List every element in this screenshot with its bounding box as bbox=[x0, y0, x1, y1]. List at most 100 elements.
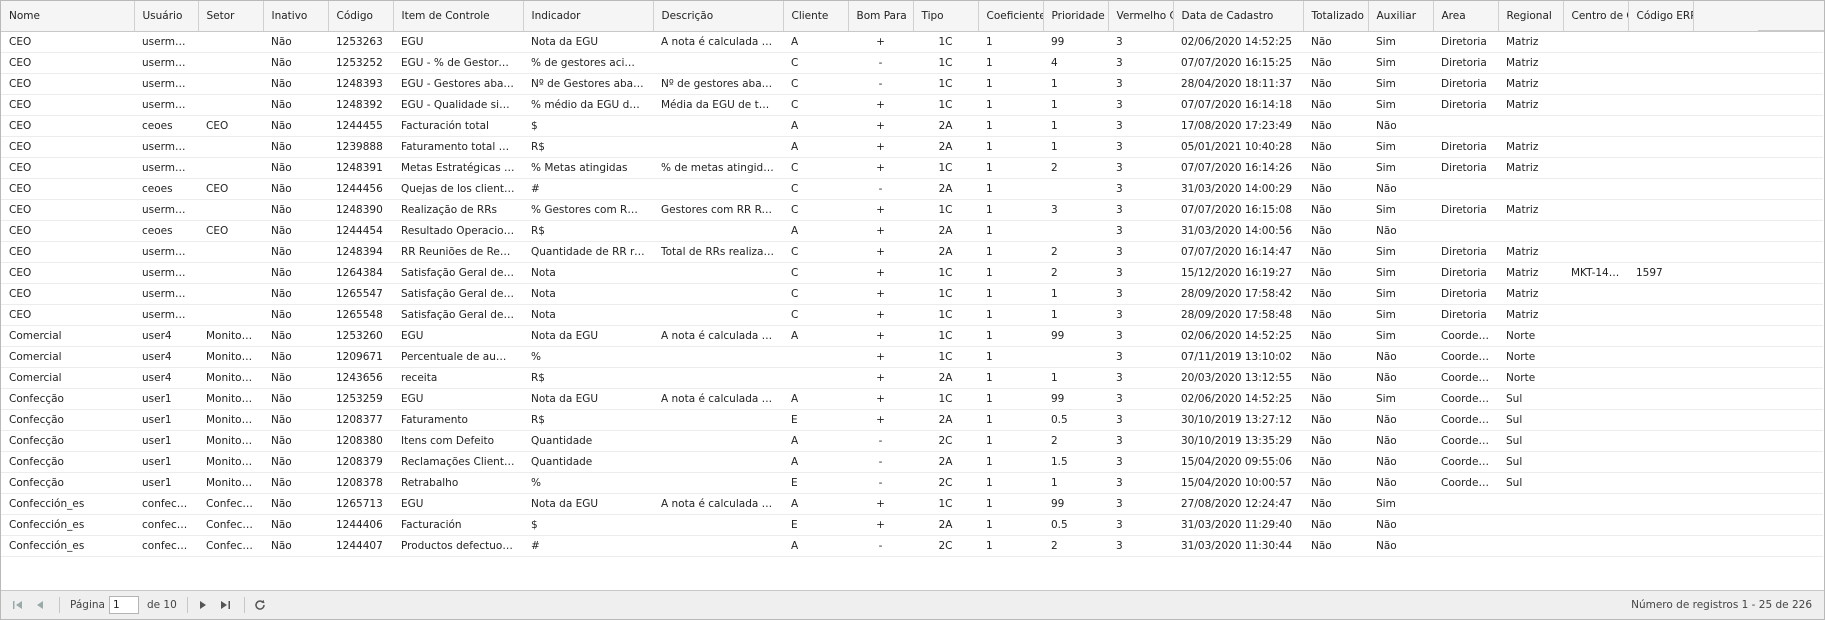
column-header[interactable]: Prioridade bbox=[1043, 1, 1109, 32]
column-header[interactable]: Usuário bbox=[134, 1, 199, 32]
table-row[interactable]: CEO usermast... Não 1253263 EGU Nota da EGU A … bbox=[1, 31, 1823, 53]
table-cell: % de metas atingidas (... bbox=[653, 157, 783, 179]
column-header[interactable]: Nome bbox=[1, 1, 135, 32]
table-cell bbox=[1563, 451, 1628, 473]
column-header[interactable]: Regional bbox=[1498, 1, 1564, 32]
prev-page-button[interactable] bbox=[31, 596, 49, 614]
table-cell: 07/07/2020 16:14:26 bbox=[1173, 157, 1303, 179]
table-cell bbox=[1628, 157, 1693, 179]
table-row[interactable]: CEO usermast... Não 1248391 Metas Estratégic… bbox=[1, 157, 1823, 179]
table-row[interactable]: Confección_es confeccion Confecci... Não 124… bbox=[1, 535, 1823, 557]
table-row[interactable]: Confección_es confeccion Confecci... Não 124… bbox=[1, 514, 1823, 536]
table-cell: Não bbox=[1303, 136, 1368, 158]
table-cell: + bbox=[848, 325, 913, 347]
column-header[interactable]: Auxiliar bbox=[1368, 1, 1434, 32]
page-label: Página bbox=[70, 599, 105, 611]
table-row[interactable]: CEO usermast... Não 1248394 RR Reuniões de R… bbox=[1, 241, 1823, 263]
column-header[interactable]: Centro de C bbox=[1563, 1, 1629, 32]
table-row[interactable]: Comercial user4 Monitora... Não 1209671 Perce… bbox=[1, 346, 1823, 368]
table-cell: EGU bbox=[393, 388, 523, 410]
column-header[interactable]: Inativo bbox=[263, 1, 329, 32]
table-cell bbox=[198, 199, 263, 221]
table-cell: Quejas de los clientes bbox=[393, 178, 523, 200]
table-row[interactable]: CEO usermast... Não 1265548 Satisfação Geral… bbox=[1, 304, 1823, 326]
table-row[interactable]: Comercial user4 Monitora... Não 1253260 EGU No… bbox=[1, 325, 1823, 347]
table-cell: + bbox=[848, 346, 913, 368]
table-row[interactable]: Confecção user1 Monitora... Não 1208377 Fatur… bbox=[1, 409, 1823, 431]
table-cell: - bbox=[848, 472, 913, 494]
table-row[interactable]: CEO usermast... Não 1248393 EGU - Gestores a… bbox=[1, 73, 1823, 95]
column-header[interactable]: Coeficiente bbox=[978, 1, 1044, 32]
table-cell: CEO bbox=[1, 304, 134, 326]
column-header[interactable]: Data de Cadastro bbox=[1173, 1, 1304, 32]
table-cell: CEO bbox=[1, 199, 134, 221]
table-row[interactable]: CEO usermast... Não 1265547 Satisfação Geral… bbox=[1, 283, 1823, 305]
table-cell: Não bbox=[1303, 430, 1368, 452]
table-cell bbox=[653, 220, 783, 242]
table-cell bbox=[1693, 451, 1823, 473]
table-row[interactable]: Comercial user4 Monitora... Não 1243656 recei… bbox=[1, 367, 1823, 389]
table-cell: Retrabalho bbox=[393, 472, 523, 494]
table-row[interactable]: CEO usermast... Não 1248392 EGU - Qualidade … bbox=[1, 94, 1823, 116]
column-header[interactable]: Código ERP bbox=[1628, 1, 1694, 32]
table-cell: 3 bbox=[1108, 31, 1173, 53]
table-row[interactable]: Confecção user1 Monitora... Não 1253259 EGU No… bbox=[1, 388, 1823, 410]
table-row[interactable]: CEO usermast... Não 1253252 EGU - % de Gesto… bbox=[1, 52, 1823, 74]
table-cell: Não bbox=[1303, 493, 1368, 515]
table-cell: 1 bbox=[978, 241, 1043, 263]
table-cell: Monitora... bbox=[198, 346, 263, 368]
column-header[interactable]: Descrição bbox=[653, 1, 784, 32]
column-header[interactable]: Indicador bbox=[523, 1, 654, 32]
table-cell: Não bbox=[1368, 514, 1433, 536]
table-cell bbox=[1563, 304, 1628, 326]
column-header[interactable]: Setor bbox=[198, 1, 264, 32]
table-row[interactable]: CEO ceoes CEO Não 1244454 Resultado Operacion… bbox=[1, 220, 1823, 242]
table-cell bbox=[653, 451, 783, 473]
table-cell: 1C bbox=[913, 346, 978, 368]
table-row[interactable]: CEO ceoes CEO Não 1244456 Quejas de los clien… bbox=[1, 178, 1823, 200]
column-header[interactable]: Código bbox=[328, 1, 394, 32]
table-row[interactable]: Confecção user1 Monitora... Não 1208378 Retra… bbox=[1, 472, 1823, 494]
table-cell bbox=[1563, 409, 1628, 431]
table-cell: EGU - % de Gestores a... bbox=[393, 52, 523, 74]
table-row[interactable]: Confección_es confeccion Confecci... Não 126… bbox=[1, 493, 1823, 515]
table-cell: 3 bbox=[1108, 367, 1173, 389]
column-header[interactable]: Item de Controle bbox=[393, 1, 524, 32]
next-page-button[interactable] bbox=[194, 596, 212, 614]
column-header[interactable]: Area bbox=[1433, 1, 1499, 32]
table-cell: Monitora... bbox=[198, 409, 263, 431]
table-cell: $ bbox=[523, 514, 653, 536]
table-cell: Não bbox=[1303, 31, 1368, 53]
last-page-button[interactable] bbox=[216, 596, 234, 614]
table-cell: 1248390 bbox=[328, 199, 393, 221]
table-cell: 1 bbox=[978, 31, 1043, 53]
table-row[interactable]: Confecção user1 Monitora... Não 1208380 Itens… bbox=[1, 430, 1823, 452]
table-cell: 15/04/2020 09:55:06 bbox=[1173, 451, 1303, 473]
table-cell: A nota é calculada aut... bbox=[653, 493, 783, 515]
table-row[interactable]: CEO ceoes CEO Não 1244455 Facturación total $ A… bbox=[1, 115, 1823, 137]
table-cell: Não bbox=[1303, 535, 1368, 557]
table-row[interactable]: CEO usermast... Não 1264384 Satisfação Geral… bbox=[1, 262, 1823, 284]
table-cell: Faturamento total da ... bbox=[393, 136, 523, 158]
table-row[interactable]: Confecção user1 Monitora... Não 1208379 Recla… bbox=[1, 451, 1823, 473]
table-cell: Diretoria bbox=[1433, 94, 1498, 116]
refresh-button[interactable] bbox=[251, 596, 269, 614]
table-cell bbox=[1043, 220, 1108, 242]
page-number-input[interactable] bbox=[108, 596, 139, 614]
table-cell: C bbox=[783, 199, 848, 221]
column-header[interactable]: Bom Para bbox=[848, 1, 914, 32]
table-cell: Satisfação Geral de Cli... bbox=[393, 262, 523, 284]
table-cell: Não bbox=[263, 115, 328, 137]
table-cell bbox=[1563, 535, 1628, 557]
first-page-button[interactable] bbox=[9, 596, 27, 614]
column-header[interactable]: Tipo bbox=[913, 1, 979, 32]
table-cell: Sul bbox=[1498, 409, 1563, 431]
column-header[interactable]: Vermelho Cr bbox=[1108, 1, 1174, 32]
table-row[interactable]: CEO usermast... Não 1239888 Faturamento tota… bbox=[1, 136, 1823, 158]
table-cell: usermast... bbox=[134, 304, 198, 326]
column-header[interactable]: Totalizado bbox=[1303, 1, 1369, 32]
table-cell: EGU bbox=[393, 493, 523, 515]
column-header[interactable]: Cliente bbox=[783, 1, 849, 32]
table-cell: Sim bbox=[1368, 136, 1433, 158]
table-row[interactable]: CEO usermast... Não 1248390 Realização de RR… bbox=[1, 199, 1823, 221]
